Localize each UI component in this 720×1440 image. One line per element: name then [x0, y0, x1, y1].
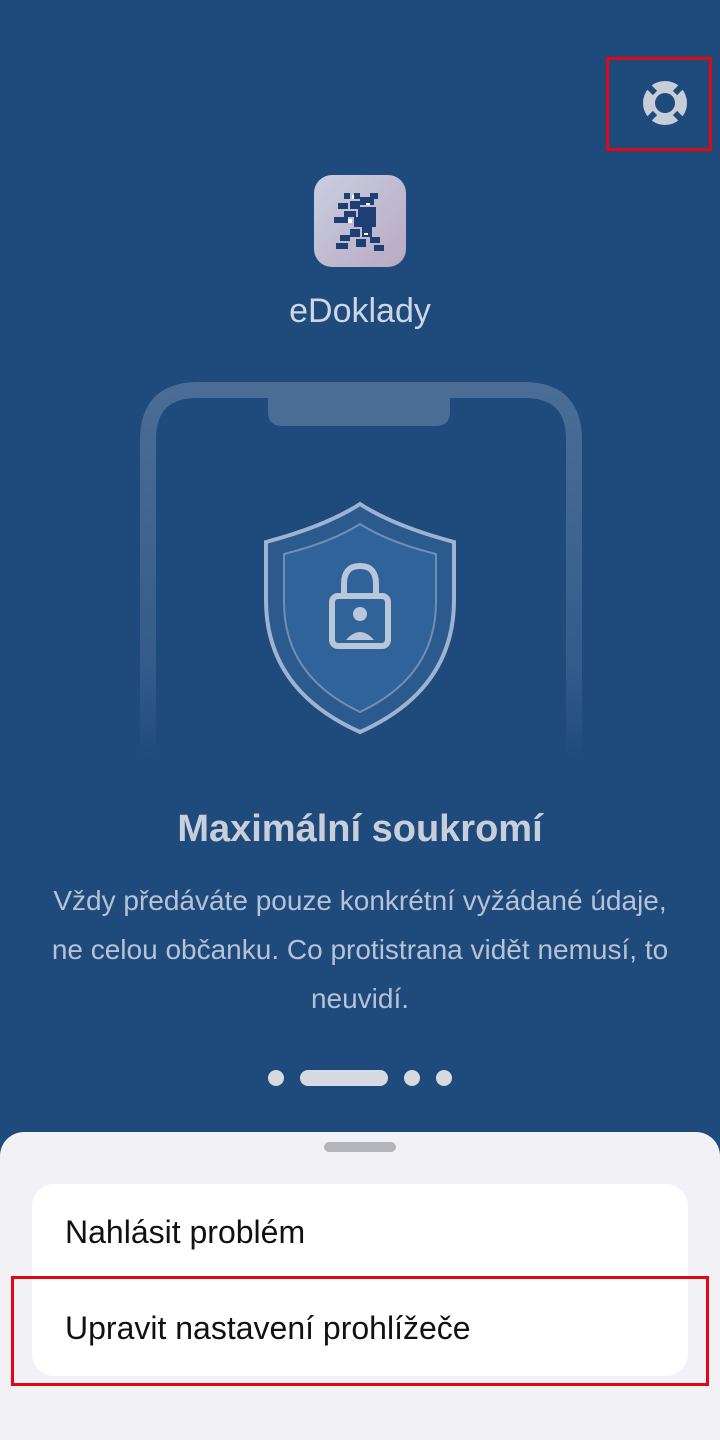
help-button-highlight — [606, 57, 712, 151]
onboarding-screen: eDoklady Maximální soukromí Vždy předává… — [0, 0, 720, 1440]
page-dot[interactable] — [436, 1070, 452, 1086]
page-dot[interactable] — [268, 1070, 284, 1086]
page-dot-active[interactable] — [300, 1070, 388, 1086]
slide-description: Vždy předáváte pouze konkrétní vyžádané … — [51, 885, 669, 1014]
app-name: eDoklady — [289, 292, 431, 330]
shield-lock-icon — [264, 501, 456, 735]
menu-item-highlight — [11, 1276, 709, 1386]
slide-title: Maximální soukromí — [177, 808, 543, 850]
report-problem-item[interactable]: Nahlásit problém — [32, 1184, 688, 1280]
sheet-grabber[interactable] — [324, 1142, 396, 1152]
page-dot[interactable] — [404, 1070, 420, 1086]
czech-lion-icon — [334, 193, 384, 251]
app-logo — [314, 175, 406, 267]
page-indicator[interactable] — [0, 1070, 720, 1086]
